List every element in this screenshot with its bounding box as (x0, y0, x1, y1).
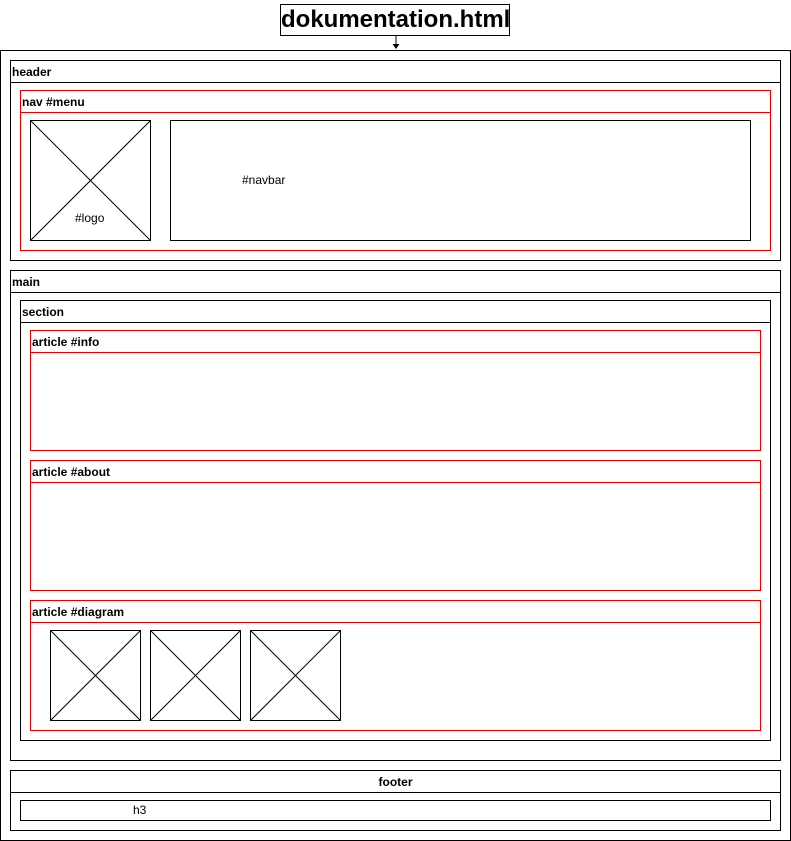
diagram-image-placeholder-2 (150, 630, 241, 721)
article-diagram-label: article #diagram (31, 601, 760, 623)
article-info-label: article #info (31, 331, 760, 353)
page-title: dokumentation.html (280, 4, 510, 36)
h3-label: h3 (133, 803, 147, 817)
footer-label: footer (11, 771, 780, 793)
diagram-image-placeholder-3 (250, 630, 341, 721)
nav-menu-label: nav #menu (21, 91, 770, 113)
section-label: section (21, 301, 770, 323)
main-label: main (11, 271, 780, 293)
article-about-block: article #about (30, 460, 761, 591)
header-label: header (11, 61, 780, 83)
arrow-down-icon (392, 36, 400, 49)
diagram-image-placeholder-1 (50, 630, 141, 721)
logo-label: #logo (75, 211, 105, 225)
article-info-block: article #info (30, 330, 761, 451)
article-about-label: article #about (31, 461, 760, 483)
navbar-label: #navbar (242, 173, 286, 187)
